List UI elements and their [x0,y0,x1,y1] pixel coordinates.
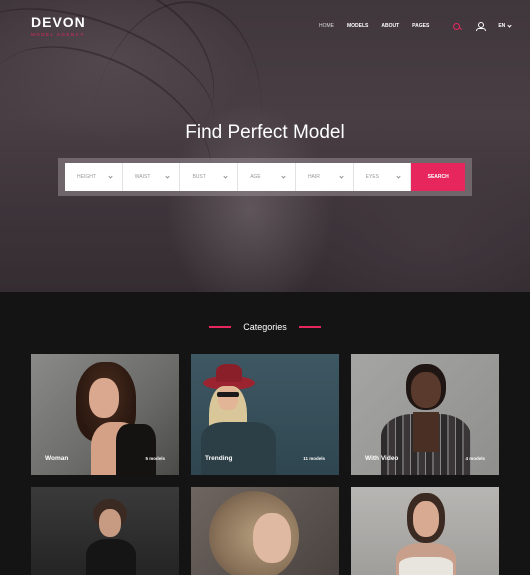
model-photo [413,412,439,452]
model-photo [86,539,136,575]
category-label: With Video [365,455,399,462]
category-count: 5 models [145,456,165,461]
language-selector[interactable]: EN [498,22,512,29]
chevron-down-icon [108,173,113,179]
filter-label: BUST [192,174,206,180]
filter-label: WAIST [134,174,151,180]
model-photo [218,386,238,410]
filter-label: AGE [250,174,261,180]
model-photo [413,501,439,537]
model-search-bar: HEIGHT WAIST BUST AGE HAIR EYES SEARCH [58,158,472,196]
chevron-down-icon [396,173,402,179]
category-count: 4 models [465,456,485,461]
hero-banner [0,0,530,292]
filter-age[interactable]: AGE [238,163,296,191]
chevron-down-icon [281,173,286,179]
model-photo [116,424,156,475]
user-icon[interactable] [476,22,487,31]
filter-height[interactable]: HEIGHT [65,163,123,191]
category-card-trending[interactable]: Trending 11 models [191,354,339,475]
brand-name: DEVON [31,14,86,30]
model-photo [411,372,441,408]
category-card[interactable] [351,487,499,575]
model-photo [89,378,119,418]
filter-hair[interactable]: HAIR [295,163,354,191]
category-label: Woman [45,455,69,462]
search-button[interactable]: SEARCH [411,163,465,191]
model-photo [201,422,276,475]
chevron-down-icon [165,173,171,179]
category-card-woman[interactable]: Woman 5 models [31,354,179,475]
categories-title: Categories [243,322,287,332]
nav-item-about[interactable]: ABOUT [381,23,399,29]
category-card[interactable] [191,487,339,575]
model-photo [216,364,242,382]
model-photo [399,557,453,575]
nav-item-models[interactable]: MODELS [347,23,368,29]
brand-logo[interactable]: DEVON MODEL AGENCY [31,14,86,37]
hero-title: Find Perfect Model [185,122,345,143]
brand-tagline: MODEL AGENCY [31,32,85,37]
model-photo [253,513,291,563]
chevron-down-icon [339,173,344,179]
filter-waist[interactable]: WAIST [122,163,181,191]
main-nav: HOME MODELS ABOUT PAGES EN [319,22,512,31]
category-card-with-video[interactable]: With Video 4 models [351,354,499,475]
model-photo [217,392,239,397]
filter-label: HEIGHT [77,174,96,180]
filter-label: EYES [365,174,380,180]
nav-item-home[interactable]: HOME [319,23,334,29]
search-icon[interactable] [453,22,461,30]
category-label: Trending [205,455,233,462]
filter-bust[interactable]: BUST [180,163,239,191]
category-count: 11 models [303,456,325,461]
language-label: EN [498,23,506,29]
filter-eyes[interactable]: EYES [353,163,412,191]
nav-item-pages[interactable]: PAGES [412,23,429,29]
model-photo [99,509,121,537]
heading-divider [298,326,321,328]
categories-heading: Categories [0,322,530,332]
chevron-down-icon [507,22,512,28]
filter-label: HAIR [307,174,320,180]
category-card[interactable] [31,487,179,575]
heading-divider [209,326,232,328]
chevron-down-icon [223,173,228,179]
